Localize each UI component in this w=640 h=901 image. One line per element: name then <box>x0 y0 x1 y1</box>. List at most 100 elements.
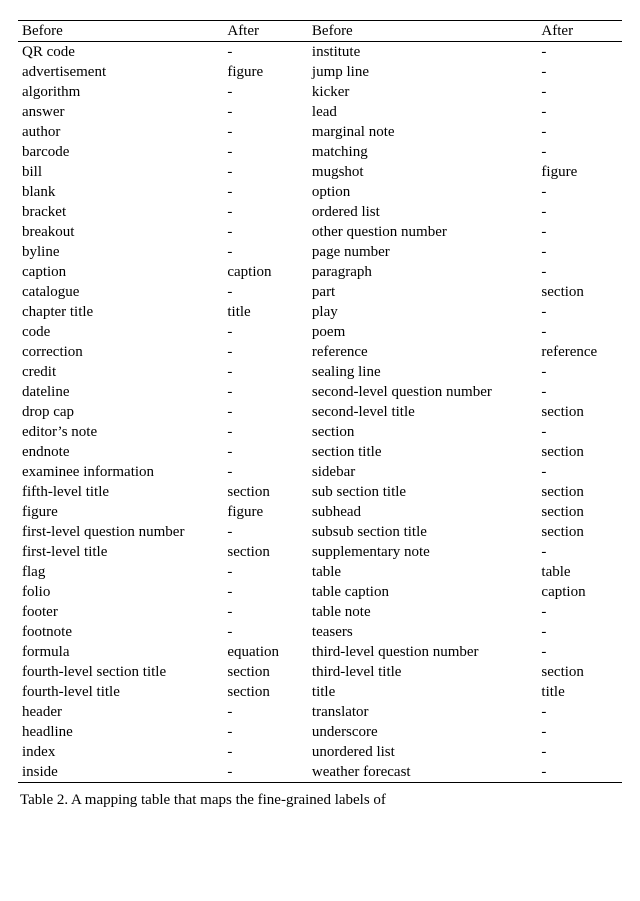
cell-before-right: underscore <box>308 722 538 742</box>
header-after-left: After <box>223 21 308 42</box>
table-row: fifth-level titlesectionsub section titl… <box>18 482 622 502</box>
cell-before-left: first-level title <box>18 542 223 562</box>
mapping-table: Before After Before After QR code-instit… <box>18 20 622 783</box>
cell-after-left: figure <box>223 62 308 82</box>
cell-after-right: - <box>537 242 622 262</box>
cell-after-right: - <box>537 762 622 783</box>
cell-before-left: drop cap <box>18 402 223 422</box>
cell-before-right: subsub section title <box>308 522 538 542</box>
cell-after-left: title <box>223 302 308 322</box>
cell-before-left: bill <box>18 162 223 182</box>
cell-after-right: - <box>537 122 622 142</box>
cell-after-left: - <box>223 462 308 482</box>
cell-after-right: - <box>537 102 622 122</box>
cell-before-left: header <box>18 702 223 722</box>
cell-before-left: barcode <box>18 142 223 162</box>
cell-after-right: - <box>537 642 622 662</box>
cell-after-right: - <box>537 62 622 82</box>
table-row: catalogue-partsection <box>18 282 622 302</box>
table-row: barcode-matching- <box>18 142 622 162</box>
table-row: index-unordered list- <box>18 742 622 762</box>
cell-after-left: figure <box>223 502 308 522</box>
cell-before-right: second-level question number <box>308 382 538 402</box>
table-row: inside-weather forecast- <box>18 762 622 783</box>
cell-before-left: fourth-level section title <box>18 662 223 682</box>
cell-after-left: - <box>223 222 308 242</box>
cell-after-right: - <box>537 302 622 322</box>
table-row: QR code-institute- <box>18 42 622 63</box>
cell-after-right: - <box>537 722 622 742</box>
cell-after-left: - <box>223 422 308 442</box>
cell-after-right: table <box>537 562 622 582</box>
cell-after-left: - <box>223 202 308 222</box>
table-row: first-level question number-subsub secti… <box>18 522 622 542</box>
cell-before-right: jump line <box>308 62 538 82</box>
table-row: first-level titlesectionsupplementary no… <box>18 542 622 562</box>
cell-before-right: poem <box>308 322 538 342</box>
cell-before-left: byline <box>18 242 223 262</box>
table-row: code-poem- <box>18 322 622 342</box>
cell-before-right: section <box>308 422 538 442</box>
table-row: author-marginal note- <box>18 122 622 142</box>
cell-before-right: sidebar <box>308 462 538 482</box>
cell-before-left: first-level question number <box>18 522 223 542</box>
table-row: bill-mugshotfigure <box>18 162 622 182</box>
cell-before-right: second-level title <box>308 402 538 422</box>
table-row: folio-table captioncaption <box>18 582 622 602</box>
cell-before-right: institute <box>308 42 538 63</box>
cell-after-left: - <box>223 622 308 642</box>
page: Before After Before After QR code-instit… <box>0 0 640 821</box>
table-row: editor’s note-section- <box>18 422 622 442</box>
cell-after-right: section <box>537 482 622 502</box>
cell-before-right: section title <box>308 442 538 462</box>
table-row: footnote-teasers- <box>18 622 622 642</box>
cell-before-left: fifth-level title <box>18 482 223 502</box>
table-row: fourth-level section titlesectionthird-l… <box>18 662 622 682</box>
cell-before-left: editor’s note <box>18 422 223 442</box>
table-row: algorithm-kicker- <box>18 82 622 102</box>
cell-before-left: algorithm <box>18 82 223 102</box>
cell-after-right: - <box>537 422 622 442</box>
cell-after-left: equation <box>223 642 308 662</box>
cell-after-right: - <box>537 542 622 562</box>
cell-after-left: - <box>223 382 308 402</box>
table-row: figurefiguresubheadsection <box>18 502 622 522</box>
table-row: advertisementfigurejump line- <box>18 62 622 82</box>
cell-after-right: figure <box>537 162 622 182</box>
cell-before-right: translator <box>308 702 538 722</box>
cell-after-right: section <box>537 522 622 542</box>
cell-after-right: - <box>537 382 622 402</box>
table-row: dateline-second-level question number- <box>18 382 622 402</box>
cell-before-left: author <box>18 122 223 142</box>
cell-before-left: formula <box>18 642 223 662</box>
cell-before-left: answer <box>18 102 223 122</box>
cell-after-left: - <box>223 142 308 162</box>
cell-after-right: - <box>537 602 622 622</box>
cell-after-left: - <box>223 182 308 202</box>
cell-before-left: credit <box>18 362 223 382</box>
cell-after-left: - <box>223 242 308 262</box>
cell-before-left: blank <box>18 182 223 202</box>
cell-after-left: - <box>223 722 308 742</box>
cell-before-left: footer <box>18 602 223 622</box>
cell-after-left: - <box>223 362 308 382</box>
cell-before-left: endnote <box>18 442 223 462</box>
cell-after-left: - <box>223 582 308 602</box>
cell-after-right: section <box>537 442 622 462</box>
cell-before-left: index <box>18 742 223 762</box>
header-before-left: Before <box>18 21 223 42</box>
cell-after-left: section <box>223 482 308 502</box>
table-row: formulaequationthird-level question numb… <box>18 642 622 662</box>
cell-before-left: advertisement <box>18 62 223 82</box>
cell-before-right: third-level title <box>308 662 538 682</box>
cell-after-left: - <box>223 162 308 182</box>
table-row: correction-referencereference <box>18 342 622 362</box>
cell-before-left: dateline <box>18 382 223 402</box>
table-row: blank-option- <box>18 182 622 202</box>
cell-before-right: teasers <box>308 622 538 642</box>
cell-before-right: paragraph <box>308 262 538 282</box>
table-row: examinee information-sidebar- <box>18 462 622 482</box>
cell-before-right: option <box>308 182 538 202</box>
cell-before-right: table <box>308 562 538 582</box>
cell-after-left: - <box>223 42 308 63</box>
